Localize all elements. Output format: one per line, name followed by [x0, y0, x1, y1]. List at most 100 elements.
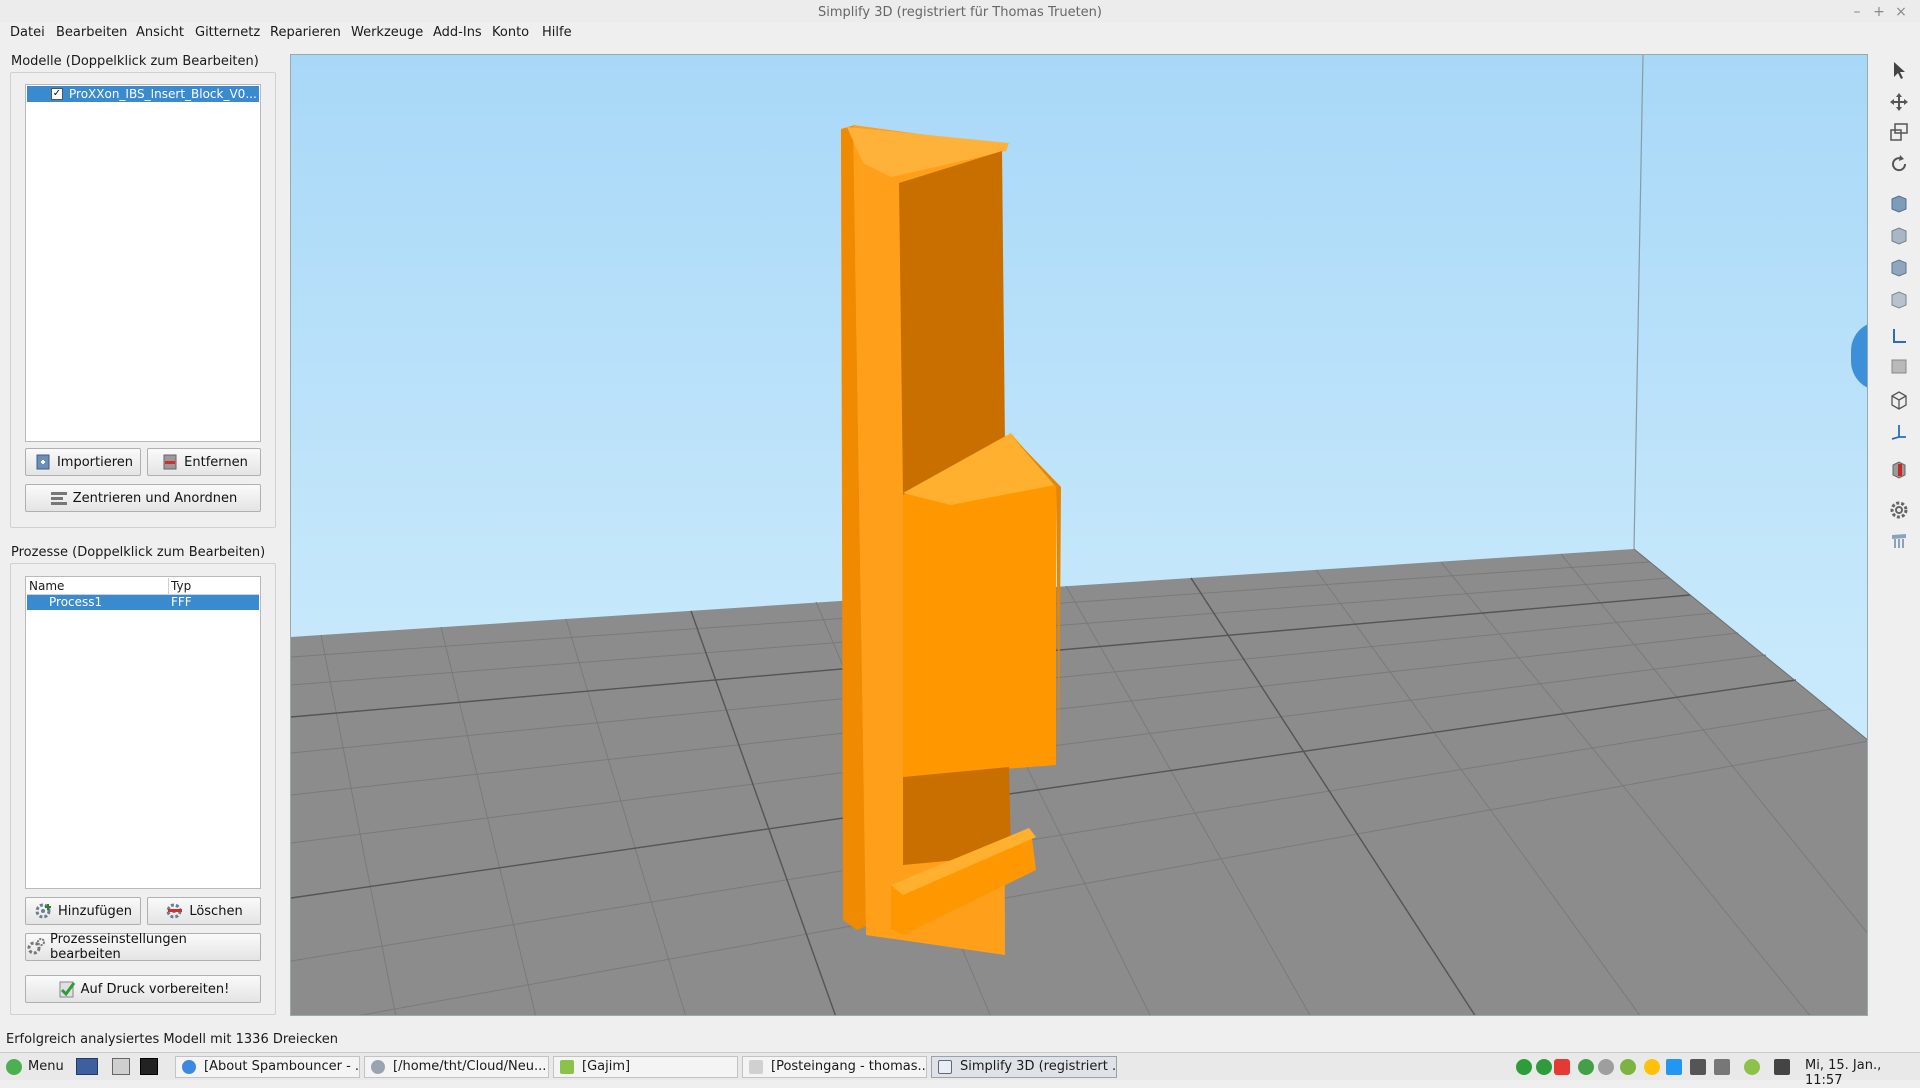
rotate-tool[interactable] — [1884, 152, 1914, 180]
move-icon — [1889, 92, 1909, 116]
tray-power-icon[interactable] — [1644, 1059, 1660, 1075]
build-plate — [291, 549, 1867, 1015]
add-process-label: Hinzufügen — [58, 903, 132, 919]
mail-icon — [749, 1060, 763, 1074]
3d-model[interactable] — [841, 125, 1061, 955]
section-icon — [1889, 460, 1909, 484]
add-process-button[interactable]: Hinzufügen — [25, 897, 141, 925]
tray-check-icon[interactable] — [1620, 1059, 1636, 1075]
model-checkbox[interactable]: ✓ — [51, 88, 63, 100]
add-gear-icon — [34, 901, 54, 921]
tray-network-icon[interactable] — [1578, 1059, 1594, 1075]
support-button[interactable] — [1884, 528, 1914, 556]
axes-view-button[interactable] — [1884, 324, 1914, 352]
wireframe-button[interactable] — [1884, 388, 1914, 416]
tray-display-icon[interactable] — [1690, 1059, 1706, 1075]
view-iso-icon — [1889, 194, 1909, 218]
clock[interactable]: Mi, 15. Jan., 11:57 — [1805, 1058, 1920, 1088]
settings-gears-icon — [26, 937, 46, 957]
move-tool[interactable] — [1884, 90, 1914, 118]
import-button[interactable]: Importieren — [25, 448, 141, 476]
menu-konto[interactable]: Konto — [492, 24, 529, 41]
select-tool[interactable] — [1884, 58, 1914, 86]
task-mail[interactable]: [Posteingang - thomas.... — [742, 1056, 927, 1078]
tray-status-icon[interactable] — [1516, 1059, 1532, 1075]
tray-pen-icon[interactable] — [1774, 1059, 1790, 1075]
process-type: FFF — [171, 595, 192, 609]
menu-ansicht[interactable]: Ansicht — [136, 24, 184, 41]
task-label: [Gajim] — [582, 1059, 631, 1074]
task-file-manager[interactable]: [/home/tht/Cloud/Neu... — [364, 1056, 549, 1078]
prepare-print-label: Auf Druck vorbereiten! — [80, 981, 230, 997]
3d-viewport[interactable] — [290, 54, 1868, 1016]
models-list[interactable]: ✓ ProXXon_IBS_Insert_Block_V0... — [25, 84, 261, 442]
gajim-icon — [560, 1060, 574, 1074]
axes-view-icon — [1889, 326, 1909, 350]
tray-cloud-icon[interactable] — [1598, 1059, 1614, 1075]
solid-view-button[interactable] — [1884, 354, 1914, 382]
settings-icon — [1889, 500, 1909, 524]
tray-sync-icon[interactable] — [1536, 1059, 1552, 1075]
table-row[interactable]: Process1 FFF — [27, 595, 259, 610]
column-name[interactable]: Name — [29, 579, 64, 593]
start-menu-label: Menu — [28, 1059, 64, 1074]
axis-icon — [1889, 422, 1909, 446]
task-spambouncer[interactable]: [About Spambouncer - ... — [175, 1056, 360, 1078]
scale-tool[interactable] — [1884, 120, 1914, 148]
folder-icon — [371, 1060, 385, 1074]
maximize-button[interactable]: + — [1870, 3, 1888, 21]
terminal-icon[interactable] — [140, 1058, 158, 1075]
app-window-icon — [938, 1060, 952, 1074]
browser-icon — [182, 1060, 196, 1074]
rotate-icon — [1889, 154, 1909, 178]
delete-gear-icon — [165, 901, 185, 921]
process-name: Process1 — [49, 595, 103, 609]
tray-update-icon[interactable] — [1666, 1059, 1682, 1075]
menu-hilfe[interactable]: Hilfe — [542, 24, 572, 41]
tray-app-icon[interactable] — [1554, 1059, 1570, 1075]
task-simplify3d[interactable]: Simplify 3D (registriert ... — [931, 1056, 1117, 1078]
view-side-button[interactable] — [1884, 288, 1914, 316]
scale-icon — [1889, 122, 1909, 146]
show-desktop-icon[interactable] — [76, 1058, 98, 1075]
view-iso-button[interactable] — [1884, 192, 1914, 220]
view-top-button[interactable] — [1884, 256, 1914, 284]
menu-bearbeiten[interactable]: Bearbeiten — [56, 24, 127, 41]
menu-werkzeuge[interactable]: Werkzeuge — [351, 24, 423, 41]
menu-logo-icon — [6, 1059, 22, 1075]
view-toolbar — [1880, 54, 1920, 1016]
task-label: Simplify 3D (registriert ... — [960, 1059, 1117, 1074]
volume-icon[interactable] — [1714, 1059, 1730, 1075]
view-front-button[interactable] — [1884, 224, 1914, 252]
arrange-icon — [49, 488, 69, 508]
close-button[interactable]: × — [1892, 3, 1910, 21]
menu-datei[interactable]: Datei — [10, 24, 45, 41]
minimize-button[interactable]: – — [1848, 3, 1866, 21]
import-label: Importieren — [56, 454, 134, 470]
task-gajim[interactable]: [Gajim] — [553, 1056, 738, 1078]
status-message: Erfolgreich analysiertes Modell mit 1336… — [6, 1032, 338, 1047]
axis-button[interactable] — [1884, 420, 1914, 448]
remove-button[interactable]: Entfernen — [147, 448, 261, 476]
models-group: ✓ ProXXon_IBS_Insert_Block_V0... Importi… — [10, 72, 276, 528]
center-arrange-button[interactable]: Zentrieren und Anordnen — [25, 484, 261, 512]
file-manager-icon[interactable] — [112, 1058, 130, 1075]
model-name: ProXXon_IBS_Insert_Block_V0... — [69, 87, 257, 101]
window-title: Simplify 3D (registriert für Thomas True… — [818, 5, 1102, 20]
menu-reparieren[interactable]: Reparieren — [270, 24, 341, 41]
column-type[interactable]: Typ — [171, 579, 191, 593]
model-list-item[interactable]: ✓ ProXXon_IBS_Insert_Block_V0... — [27, 86, 259, 102]
view-top-icon — [1889, 258, 1909, 282]
edit-process-settings-button[interactable]: Prozesseinstellungen bearbeiten — [25, 932, 261, 962]
delete-process-button[interactable]: Löschen — [147, 897, 261, 925]
settings-button[interactable] — [1884, 498, 1914, 526]
delete-process-label: Löschen — [189, 903, 243, 919]
processes-table[interactable]: Name Typ Process1 FFF — [25, 576, 261, 889]
section-view-button[interactable] — [1884, 458, 1914, 486]
support-icon — [1889, 530, 1909, 554]
start-menu-button[interactable]: Menu — [6, 1057, 64, 1077]
tray-shield-icon[interactable] — [1744, 1059, 1760, 1075]
menu-add-ins[interactable]: Add-Ins — [433, 24, 482, 41]
menu-gitternetz[interactable]: Gitternetz — [195, 24, 260, 41]
prepare-print-button[interactable]: Auf Druck vorbereiten! — [25, 975, 261, 1003]
